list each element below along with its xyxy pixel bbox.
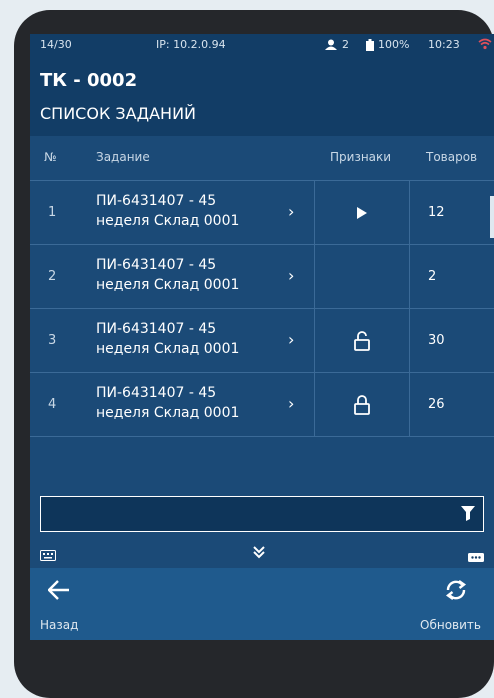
col-goods: Товаров <box>426 150 478 164</box>
tasks-table: № Задание Признаки Товаров 1 ПИ-6431407 … <box>30 136 494 568</box>
user-icon <box>324 39 338 53</box>
mini-toolbar <box>30 538 494 568</box>
task-name: ПИ-6431407 - 45 неделя Склад 0001 <box>96 257 240 293</box>
chevron-right-icon[interactable]: › <box>288 394 294 413</box>
play-icon <box>357 207 367 219</box>
page-title: СПИСОК ЗАДАНИЙ <box>40 104 196 123</box>
screen-header: ТК - 0002 СПИСОК ЗАДАНИЙ <box>30 56 494 136</box>
row-number: 4 <box>48 397 57 412</box>
row-number: 2 <box>48 269 57 284</box>
unlocked-icon <box>354 331 370 351</box>
locked-icon <box>354 395 370 415</box>
goods-count: 12 <box>428 205 445 220</box>
refresh-icon <box>445 580 467 600</box>
keyboard-icon[interactable] <box>40 546 56 565</box>
terminal-id: ТК - 0002 <box>40 70 138 91</box>
ip-address: IP: 10.2.0.94 <box>156 38 226 51</box>
chevron-right-icon[interactable]: › <box>288 202 294 221</box>
back-label: Назад <box>40 618 79 632</box>
row-signs <box>314 373 410 437</box>
col-num: № <box>44 150 57 164</box>
col-task: Задание <box>96 150 150 164</box>
row-number: 3 <box>48 333 57 348</box>
goods-count: 2 <box>428 269 437 284</box>
filter-input[interactable] <box>40 496 484 532</box>
row-signs <box>314 181 410 245</box>
table-row[interactable]: 3 ПИ-6431407 - 45 неделя Склад 0001 › 30 <box>30 308 494 373</box>
task-name: ПИ-6431407 - 45 неделя Склад 0001 <box>96 385 240 421</box>
more-icon[interactable] <box>468 547 484 566</box>
table-header: № Задание Признаки Товаров <box>30 136 494 180</box>
row-number: 1 <box>48 205 57 220</box>
filter-icon[interactable] <box>461 505 475 525</box>
bottom-bar: Назад Обновить <box>30 568 494 640</box>
app-screen: 14/30 IP: 10.2.0.94 2 100% 10:23 ТК - 00… <box>30 34 494 640</box>
task-name: ПИ-6431407 - 45 неделя Склад 0001 <box>96 193 240 229</box>
users-count: 2 <box>342 38 349 51</box>
back-button[interactable]: Назад <box>30 568 120 640</box>
row-signs <box>314 309 410 373</box>
arrow-left-icon <box>48 580 69 600</box>
row-divider <box>30 436 494 437</box>
task-name: ПИ-6431407 - 45 неделя Склад 0001 <box>96 321 240 357</box>
page-indicator: 14/30 <box>40 38 72 51</box>
battery-icon <box>366 39 374 54</box>
battery-level: 100% <box>378 38 410 51</box>
double-chevron-down-icon[interactable] <box>252 544 266 563</box>
col-signs: Признаки <box>330 150 392 164</box>
goods-count: 30 <box>428 333 445 348</box>
table-row[interactable]: 2 ПИ-6431407 - 45 неделя Склад 0001 › 2 <box>30 244 494 309</box>
chevron-right-icon[interactable]: › <box>288 330 294 349</box>
goods-count: 26 <box>428 397 445 412</box>
refresh-label: Обновить <box>420 618 481 632</box>
clock: 10:23 <box>428 38 460 51</box>
refresh-button[interactable]: Обновить <box>404 568 494 640</box>
scrollbar[interactable] <box>490 196 494 238</box>
table-row[interactable]: 1 ПИ-6431407 - 45 неделя Склад 0001 › 12 <box>30 180 494 245</box>
status-bar: 14/30 IP: 10.2.0.94 2 100% 10:23 <box>30 34 494 56</box>
row-signs <box>314 245 410 309</box>
table-row[interactable]: 4 ПИ-6431407 - 45 неделя Склад 0001 › 26 <box>30 372 494 437</box>
wifi-icon <box>478 38 492 53</box>
chevron-right-icon[interactable]: › <box>288 266 294 285</box>
